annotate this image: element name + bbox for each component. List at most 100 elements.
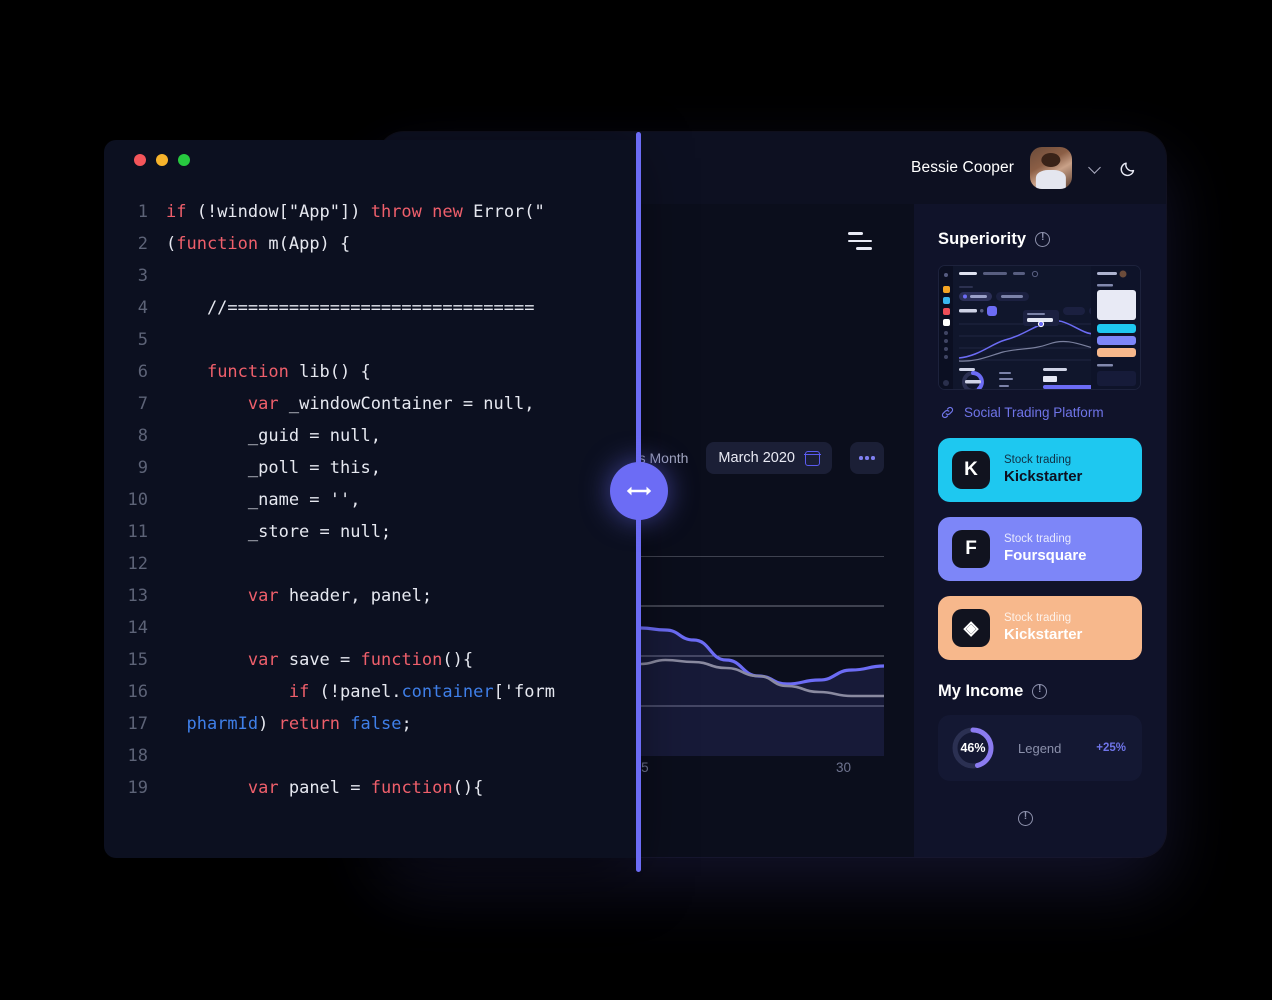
traffic-light-minimize[interactable] [156,154,168,166]
code-line-text: if (!window["App"]) throw new Error(" [166,202,545,222]
user-name: Bessie Cooper [911,159,1014,176]
line-number: 3 [137,266,148,286]
income-percent: 46% [960,741,986,755]
code-line-text: if (!panel.container['form [288,682,555,702]
income-title: My Income [938,682,1024,700]
line-number: 12 [127,554,148,574]
traffic-light-close[interactable] [134,154,146,166]
line-number: 14 [127,618,148,638]
code-line: 2 (function m(App) { [104,228,639,260]
dashboard-preview-thumbnail[interactable] [938,265,1141,390]
code-line-text [166,740,639,772]
code-line: 1 if (!window["App"]) throw new Error(" [104,196,639,228]
code-line: 7 var _windowContainer = null, [104,388,639,420]
code-editor-window: 1 if (!window["App"]) throw new Error(" 2 (… [104,140,639,858]
foursquare-logo: F [952,530,990,568]
superiority-header: Superiority [938,230,1142,249]
more-dot [859,456,863,460]
preview-artwork [939,266,1140,389]
income-card: 46% Legend +25% [938,715,1142,781]
income-legend-label: Legend [1018,740,1062,756]
code-line-text [166,548,639,580]
code-line-text: _guid = null, [166,426,381,446]
app-card-foursquare-1[interactable]: F Stock trading Foursquare [938,517,1142,581]
window-traffic-lights [134,154,190,166]
code-line: 9 _poll = this, [104,452,639,484]
line-number: 2 [137,234,148,254]
filter-icon[interactable] [848,232,874,255]
code-line-text: _poll = this, [166,458,381,478]
link-icon [941,406,954,419]
resize-arrows-glyph [626,486,652,496]
app-card-name: Kickstarter [1004,468,1083,486]
app-card-text: Stock trading Foursquare [1004,532,1087,566]
code-editor-content[interactable]: 1 if (!window["App"]) throw new Error(" 2 (… [104,196,639,858]
binance-logo: ◈ [952,609,990,647]
traffic-light-maximize[interactable] [178,154,190,166]
more-options-button[interactable] [850,442,884,474]
line-number: 13 [127,586,148,606]
code-line-text: //============================== [166,298,535,318]
moon-icon[interactable] [1118,158,1138,178]
code-line-text: var header, panel; [247,586,433,606]
app-card-list: K Stock trading Kickstarter F Stock trading F… [938,438,1142,660]
more-dot [871,456,875,460]
code-line: 3 [104,260,639,292]
code-line: 10 _name = '', [104,484,639,516]
app-card-text: Stock trading Kickstarter [1004,611,1082,645]
line-number: 9 [137,458,148,478]
code-line-text [166,260,639,292]
resize-horizontal-icon[interactable] [610,462,668,520]
code-line: 13 var header, panel; [104,580,639,612]
info-icon[interactable] [1018,810,1033,826]
code-line: 12 [104,548,639,580]
income-donut: 46% [950,725,996,771]
info-icon[interactable] [1035,231,1051,247]
code-line: 4 //============================== [104,292,639,324]
info-icon[interactable] [1032,683,1048,699]
avatar[interactable] [1030,147,1072,189]
income-delta: +25% [1096,742,1126,754]
code-line-text: var _windowContainer = null, [247,394,535,414]
code-line: 19 var panel = function(){ [104,772,639,804]
line-number: 19 [127,778,148,798]
platform-link[interactable]: Social Trading Platform [940,405,1142,420]
app-card-name: Foursquare [1004,547,1087,565]
app-card-text: Stock trading Kickstarter [1004,453,1082,487]
code-line: 11 _store = null; [104,516,639,548]
code-line-text: var panel = function(){ [247,778,484,798]
dashboard-sidebar: Superiority ! Social Trading Platform K … [914,204,1166,857]
screenshot-stage: Bessie Cooper Provisions Month March 202… [0,0,1272,1000]
app-card-kickstarter-0[interactable]: K Stock trading Kickstarter [938,438,1142,502]
line-number: 4 [137,298,148,318]
date-picker-value: March 2020 [718,450,795,466]
line-number: 11 [127,522,148,542]
code-line: 5 [104,324,639,356]
income-header: My Income [938,682,1142,701]
code-line: 15 var save = function(){ [104,644,639,676]
chevron-down-icon[interactable] [1088,161,1102,175]
line-number: 18 [127,746,148,766]
code-line-text [166,324,639,356]
more-dot [865,456,869,460]
code-line-text: _name = '', [166,490,361,510]
code-line-text: (function m(App) { [166,234,351,254]
code-line-text: _store = null; [166,522,392,542]
line-number: 5 [137,330,148,350]
app-card-kickstarter-2[interactable]: ◈ Stock trading Kickstarter [938,596,1142,660]
app-card-name: Kickstarter [1004,626,1083,644]
code-line-text: var save = function(){ [247,650,474,670]
x-tick-label: 30 [836,760,852,775]
date-picker[interactable]: March 2020 [706,442,832,474]
code-line: 8 _guid = null, [104,420,639,452]
kickstarter-logo: K [952,451,990,489]
line-number: 7 [137,394,148,414]
line-number: 6 [137,362,148,382]
code-line-text: pharmId) return false; [186,714,412,734]
code-line-text [166,612,639,644]
line-number: 16 [127,682,148,702]
line-number: 1 [137,202,148,222]
platform-link-label: Social Trading Platform [964,405,1104,420]
code-line: 16 if (!panel.container['form [104,676,639,708]
code-line: 14 [104,612,639,644]
